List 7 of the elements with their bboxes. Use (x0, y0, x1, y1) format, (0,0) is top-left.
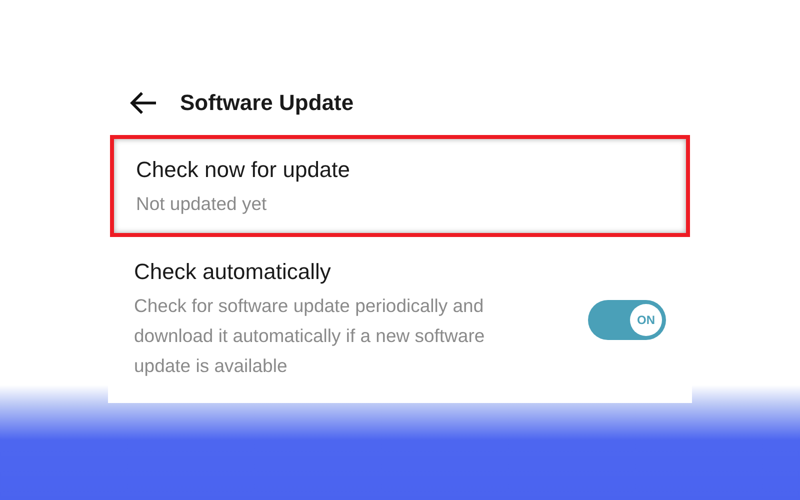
setting-row[interactable]: Check automatically Check for software update periodically and download it automatically if a new software update is available ON (110, 237, 690, 403)
setting-description: Not updated yet (136, 192, 268, 216)
screen-title: Software Update (180, 90, 354, 116)
setting-title: Check now for update (136, 157, 350, 183)
setting-description: Check for software update periodically and download it automatically if a new software update is available (134, 294, 486, 378)
highlighted-setting-row[interactable]: Check now for update Not updated yet (110, 135, 690, 237)
setting-title: Check automatically (134, 259, 332, 285)
